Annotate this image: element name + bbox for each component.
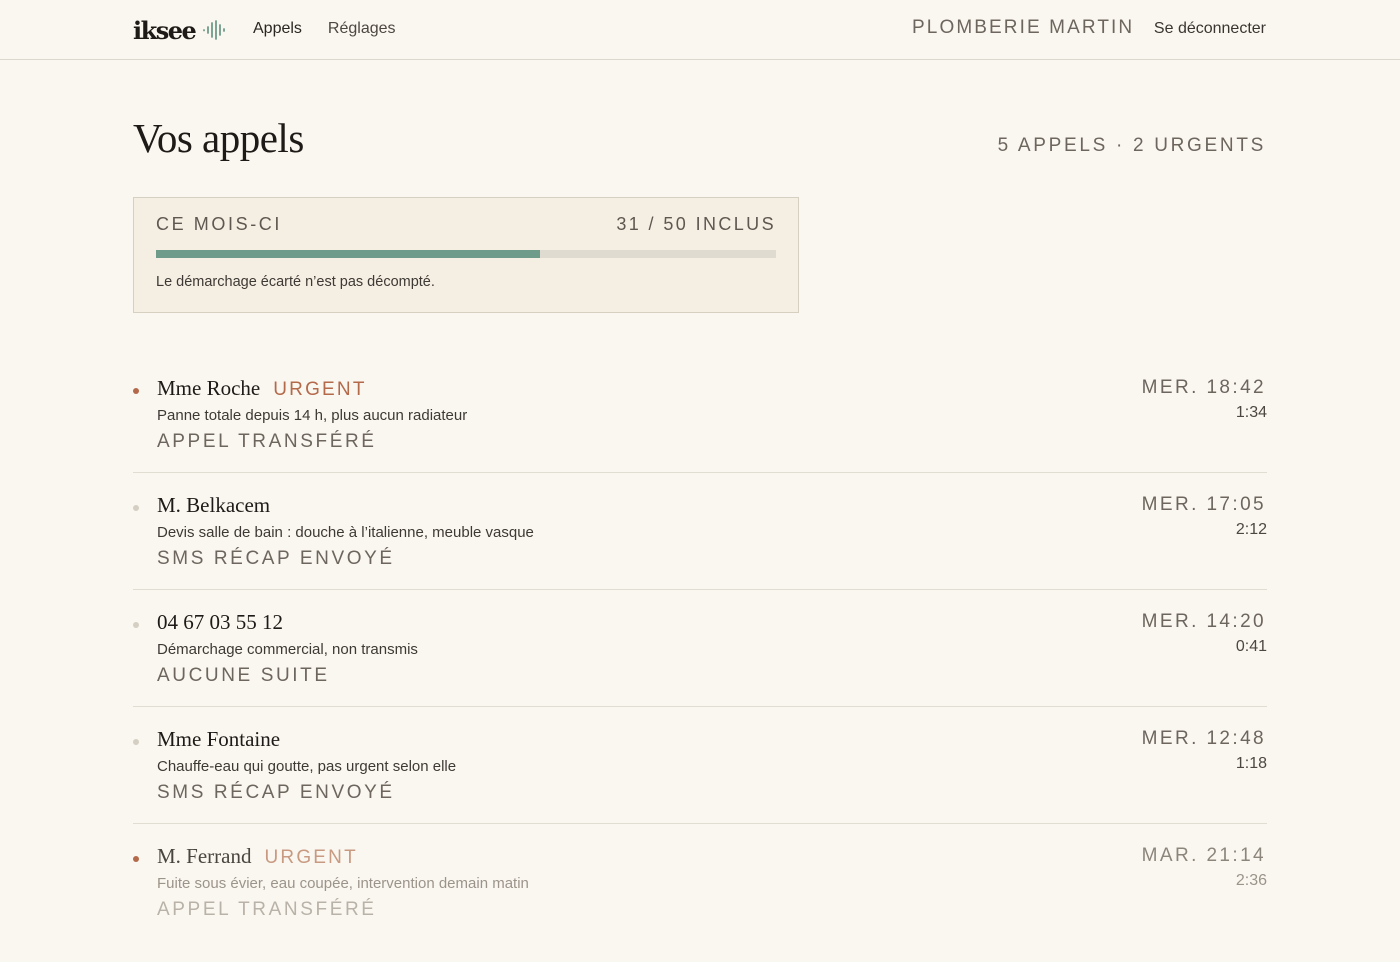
call-time: MER. 17:05 xyxy=(1141,494,1266,515)
call-outcome: SMS RÉCAP ENVOYÉ xyxy=(157,782,395,803)
caller-name: M. Belkacem xyxy=(157,493,271,517)
call-duration: 1:18 xyxy=(1235,755,1267,772)
call-description: Chauffe-eau qui goutte, pas urgent selon… xyxy=(157,758,457,775)
call-outcome: SMS RÉCAP ENVOYÉ xyxy=(157,548,395,569)
call-item[interactable]: M. Belkacem Devis salle de bain : douche… xyxy=(133,473,1267,590)
top-bar: iksee Appels Réglages PLOMBERIE MARTIN S… xyxy=(0,0,1400,60)
call-duration: 2:36 xyxy=(1235,872,1267,889)
usage-progress-bar xyxy=(156,250,776,258)
status-dot xyxy=(133,856,139,862)
nav-item-reglages[interactable]: Réglages xyxy=(328,20,396,38)
call-duration: 2:12 xyxy=(1235,521,1267,538)
call-outcome: APPEL TRANSFÉRÉ xyxy=(157,431,377,452)
caller-name: Mme Roche xyxy=(157,376,261,400)
usage-count: 31 / 50 INCLUS xyxy=(616,214,776,234)
call-item[interactable]: Mme Fontaine Chauffe-eau qui goutte, pas… xyxy=(133,707,1267,824)
call-item[interactable]: 04 67 03 55 12 Démarchage commercial, no… xyxy=(133,590,1267,707)
call-item[interactable]: M. Ferrand URGENT Fuite sous évier, eau … xyxy=(133,824,1267,941)
call-description: Démarchage commercial, non transmis xyxy=(157,641,418,658)
call-time: MER. 12:48 xyxy=(1141,728,1266,749)
usage-progress-fill xyxy=(156,250,541,258)
calls-list: Mme Roche URGENT Panne totale depuis 14 … xyxy=(133,356,1267,941)
logout-link[interactable]: Se déconnecter xyxy=(1154,20,1266,38)
caller-name: Mme Fontaine xyxy=(157,727,281,751)
usage-note: Le démarchage écarté n’est pas décompté. xyxy=(156,274,435,290)
caller-name: 04 67 03 55 12 xyxy=(157,610,283,634)
urgent-badge: URGENT xyxy=(273,379,367,400)
call-outcome: APPEL TRANSFÉRÉ xyxy=(157,899,377,920)
call-time: MER. 18:42 xyxy=(1141,377,1266,398)
call-time: MAR. 21:14 xyxy=(1141,845,1266,866)
urgent-badge: URGENT xyxy=(264,847,358,868)
monthly-usage-card: CE MOIS-CI 31 / 50 INCLUS Le démarchage … xyxy=(133,197,799,313)
usage-label: CE MOIS-CI xyxy=(156,214,283,234)
call-outcome: AUCUNE SUITE xyxy=(157,665,330,686)
page-title: Vos appels xyxy=(133,115,304,161)
call-description: Fuite sous évier, eau coupée, interventi… xyxy=(157,875,529,892)
call-description: Panne totale depuis 14 h, plus aucun rad… xyxy=(157,407,468,424)
caller-name: M. Ferrand xyxy=(157,844,252,868)
call-time: MER. 14:20 xyxy=(1141,611,1266,632)
status-dot xyxy=(133,388,139,394)
main-nav: Appels Réglages xyxy=(253,20,396,38)
call-duration: 1:34 xyxy=(1235,404,1267,421)
status-dot xyxy=(133,739,139,745)
nav-item-appels[interactable]: Appels xyxy=(253,20,302,38)
status-dot xyxy=(133,505,139,511)
logo-text: iksee xyxy=(133,15,197,45)
logo[interactable]: iksee xyxy=(133,13,228,47)
status-dot xyxy=(133,622,139,628)
company-name: PLOMBERIE MARTIN xyxy=(912,17,1135,38)
sound-wave-icon xyxy=(202,20,228,40)
call-description: Devis salle de bain : douche à l’italien… xyxy=(157,524,534,541)
call-item[interactable]: Mme Roche URGENT Panne totale depuis 14 … xyxy=(133,356,1267,473)
call-duration: 0:41 xyxy=(1235,638,1267,655)
calls-summary: 5 APPELS · 2 URGENTS xyxy=(997,135,1266,156)
